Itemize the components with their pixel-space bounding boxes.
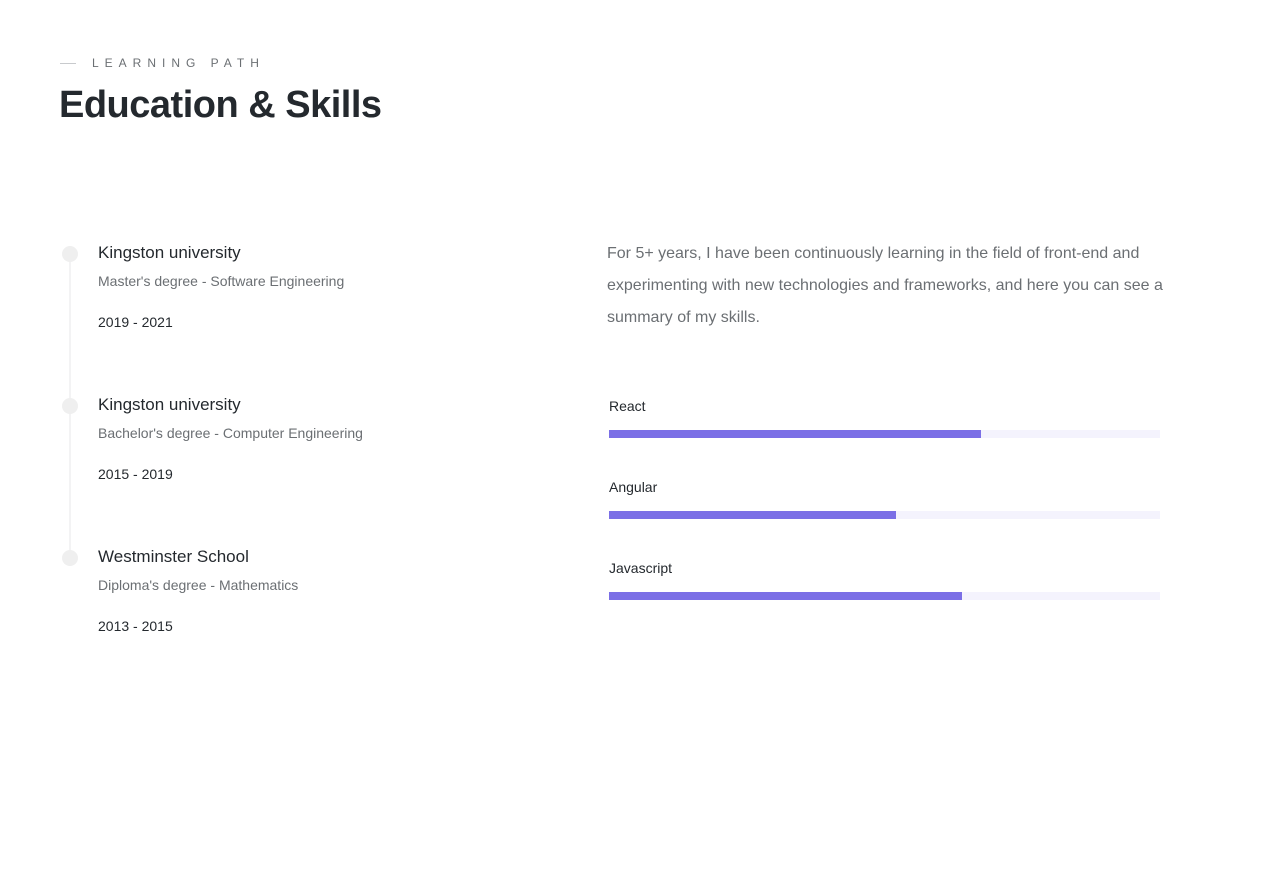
school-name: Kingston university xyxy=(98,395,241,414)
section-eyebrow: LEARNING PATH xyxy=(60,56,265,70)
timeline-dot-icon xyxy=(62,550,78,566)
skill-progress-track xyxy=(609,430,1160,438)
degree-text: Diploma's degree - Mathematics xyxy=(98,577,299,593)
timeline-dot-icon xyxy=(62,398,78,414)
eyebrow-label: LEARNING PATH xyxy=(92,56,265,70)
degree-text: Master's degree - Software Engineering xyxy=(98,273,345,289)
skill-progress-fill xyxy=(609,430,981,438)
skills-summary: For 5+ years, I have been continuously l… xyxy=(607,245,1163,326)
skill-name: Angular xyxy=(609,479,658,495)
skill-name: React xyxy=(609,398,646,414)
skill-progress-track xyxy=(609,511,1160,519)
skill-progress-fill xyxy=(609,511,896,519)
school-name: Kingston university xyxy=(98,243,241,262)
skill-name: Javascript xyxy=(609,560,673,576)
years-text: 2013 - 2015 xyxy=(98,618,173,634)
page-title: Education & Skills xyxy=(59,84,382,126)
eyebrow-divider xyxy=(60,62,76,64)
skill-progress-track xyxy=(609,592,1160,600)
years-text: 2019 - 2021 xyxy=(98,314,173,330)
timeline-dot-icon xyxy=(62,246,78,262)
degree-text: Bachelor's degree - Computer Engineering xyxy=(98,425,363,441)
skill-progress-fill xyxy=(609,592,962,600)
school-name: Westminster School xyxy=(98,547,249,566)
years-text: 2015 - 2019 xyxy=(98,466,173,482)
